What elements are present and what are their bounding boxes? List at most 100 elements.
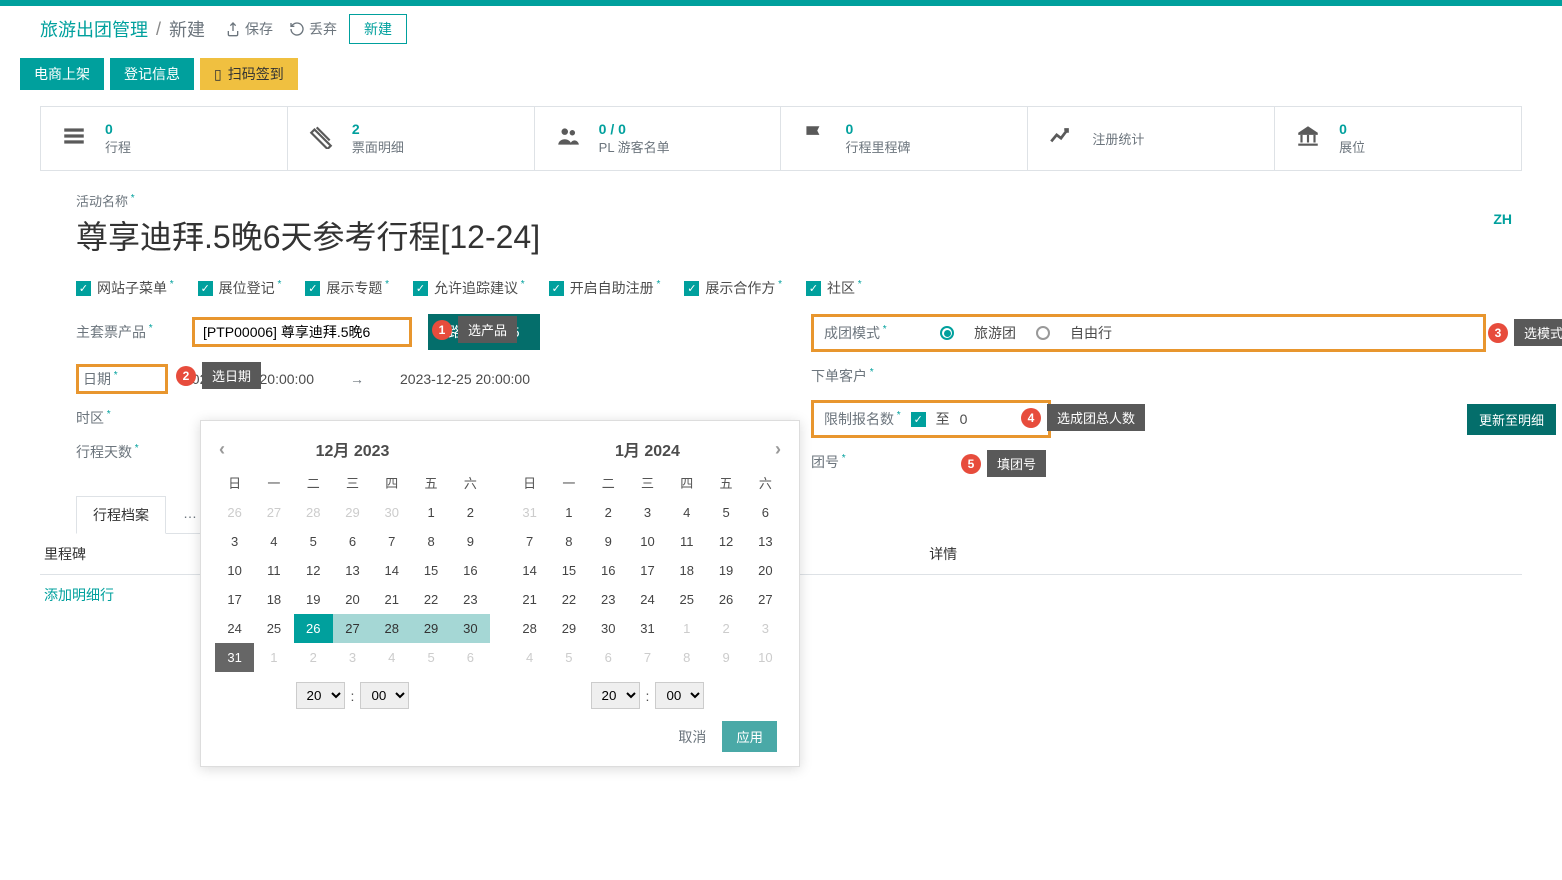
cal-day[interactable]: 14 — [372, 556, 411, 585]
radio-free[interactable] — [1036, 326, 1050, 340]
cal-day[interactable]: 11 — [667, 527, 706, 556]
cal-day[interactable]: 17 — [628, 556, 667, 585]
cal-day[interactable]: 6 — [333, 527, 372, 556]
cal-day[interactable]: 8 — [667, 643, 706, 672]
cal-day[interactable]: 25 — [254, 614, 293, 643]
cal-day[interactable]: 6 — [746, 498, 785, 527]
cal-day[interactable]: 2 — [706, 614, 745, 643]
cal-day[interactable]: 29 — [333, 498, 372, 527]
title-value[interactable]: 尊享迪拜.5晚6天参考行程[12-24] — [76, 212, 1486, 258]
cal-day[interactable]: 26 — [294, 614, 333, 643]
cal-day[interactable]: 24 — [215, 614, 254, 643]
cal-day[interactable]: 12 — [294, 556, 333, 585]
cal-day[interactable]: 10 — [215, 556, 254, 585]
cal-day[interactable]: 6 — [589, 643, 628, 672]
cal-day[interactable]: 10 — [746, 643, 785, 672]
cal-day[interactable]: 4 — [254, 527, 293, 556]
checkbox[interactable]: ✓ — [806, 281, 821, 296]
cal-day[interactable]: 17 — [215, 585, 254, 614]
cal-day[interactable]: 29 — [549, 614, 588, 643]
cal-day[interactable]: 21 — [510, 585, 549, 614]
cal-apply-button[interactable]: 应用 — [722, 721, 777, 752]
cal-day[interactable]: 19 — [294, 585, 333, 614]
limit-value[interactable]: 0 — [960, 411, 968, 427]
cal-day[interactable]: 7 — [372, 527, 411, 556]
cal-day[interactable]: 26 — [706, 585, 745, 614]
limit-checkbox[interactable]: ✓ — [911, 412, 926, 427]
cal-day[interactable]: 3 — [333, 643, 372, 672]
cal-day[interactable]: 29 — [411, 614, 450, 643]
checkbox[interactable]: ✓ — [76, 281, 91, 296]
cal-day[interactable]: 25 — [667, 585, 706, 614]
tab-archive[interactable]: 行程档案 — [76, 496, 166, 534]
cal-day[interactable]: 30 — [589, 614, 628, 643]
product-input[interactable] — [192, 317, 412, 347]
minute-select-2[interactable]: 00 — [655, 682, 704, 709]
checkbox[interactable]: ✓ — [684, 281, 699, 296]
cal-prev-icon[interactable]: ‹ — [219, 439, 225, 460]
date-end[interactable]: 2023-12-25 20:00:00 — [400, 371, 530, 387]
hour-select-1[interactable]: 20 — [296, 682, 345, 709]
cal-day[interactable]: 20 — [746, 556, 785, 585]
cal-day[interactable]: 5 — [706, 498, 745, 527]
cal-day[interactable]: 28 — [372, 614, 411, 643]
save-button[interactable]: 保存 — [225, 19, 273, 39]
cal-day[interactable]: 6 — [451, 643, 490, 672]
cal-day[interactable]: 1 — [549, 498, 588, 527]
scan-checkin-button[interactable]: ▯扫码签到 — [200, 58, 298, 90]
cal-day[interactable]: 1 — [254, 643, 293, 672]
cal-day[interactable]: 24 — [628, 585, 667, 614]
hour-select-2[interactable]: 20 — [591, 682, 640, 709]
cal-day[interactable]: 15 — [549, 556, 588, 585]
cal-day[interactable]: 2 — [589, 498, 628, 527]
cal-day[interactable]: 30 — [451, 614, 490, 643]
cal-day[interactable]: 4 — [667, 498, 706, 527]
breadcrumb-parent[interactable]: 旅游出团管理 — [40, 16, 148, 42]
cal-day[interactable]: 28 — [294, 498, 333, 527]
cal-day[interactable]: 2 — [294, 643, 333, 672]
cal-cancel-button[interactable]: 取消 — [678, 727, 706, 747]
cal-day[interactable]: 16 — [451, 556, 490, 585]
cal-day[interactable]: 1 — [667, 614, 706, 643]
cal-day[interactable]: 23 — [451, 585, 490, 614]
checkbox[interactable]: ✓ — [198, 281, 213, 296]
cal-day[interactable]: 14 — [510, 556, 549, 585]
tab-other[interactable]: … — [166, 496, 200, 533]
cal-day[interactable]: 8 — [549, 527, 588, 556]
cal-day[interactable]: 12 — [706, 527, 745, 556]
cal-day[interactable]: 1 — [411, 498, 450, 527]
checkbox[interactable]: ✓ — [413, 281, 428, 296]
cal-day[interactable]: 2 — [451, 498, 490, 527]
stat-tab-行程[interactable]: 0行程 — [41, 107, 288, 170]
cal-day[interactable]: 18 — [667, 556, 706, 585]
cal-day[interactable]: 3 — [628, 498, 667, 527]
checkbox[interactable]: ✓ — [305, 281, 320, 296]
cal-day[interactable]: 27 — [746, 585, 785, 614]
cal-next-icon[interactable]: › — [775, 439, 781, 460]
cal-day[interactable]: 28 — [510, 614, 549, 643]
new-button[interactable]: 新建 — [349, 14, 407, 44]
cal-day[interactable]: 13 — [333, 556, 372, 585]
cal-day[interactable]: 7 — [510, 527, 549, 556]
date-start[interactable]: 2023-12-24 20:00:00 — [184, 371, 314, 387]
cal-day[interactable]: 9 — [706, 643, 745, 672]
cal-day[interactable]: 27 — [254, 498, 293, 527]
cal-day[interactable]: 13 — [746, 527, 785, 556]
cal-day[interactable]: 9 — [589, 527, 628, 556]
update-detail-button[interactable]: 更新至明细 — [1467, 404, 1556, 435]
ecommerce-button[interactable]: 电商上架 — [20, 58, 104, 90]
cal-day[interactable]: 21 — [372, 585, 411, 614]
cal-day[interactable]: 31 — [628, 614, 667, 643]
cal-day[interactable]: 15 — [411, 556, 450, 585]
cal-day[interactable]: 9 — [451, 527, 490, 556]
cal-day[interactable]: 27 — [333, 614, 372, 643]
cal-day[interactable]: 5 — [549, 643, 588, 672]
cal-day[interactable]: 18 — [254, 585, 293, 614]
register-info-button[interactable]: 登记信息 — [110, 58, 194, 90]
checkbox[interactable]: ✓ — [549, 281, 564, 296]
discard-button[interactable]: 丢弃 — [289, 19, 337, 39]
stat-tab-PL 游客名单[interactable]: 0 / 0PL 游客名单 — [535, 107, 782, 170]
cal-day[interactable]: 20 — [333, 585, 372, 614]
cal-day[interactable]: 5 — [294, 527, 333, 556]
cal-day[interactable]: 16 — [589, 556, 628, 585]
